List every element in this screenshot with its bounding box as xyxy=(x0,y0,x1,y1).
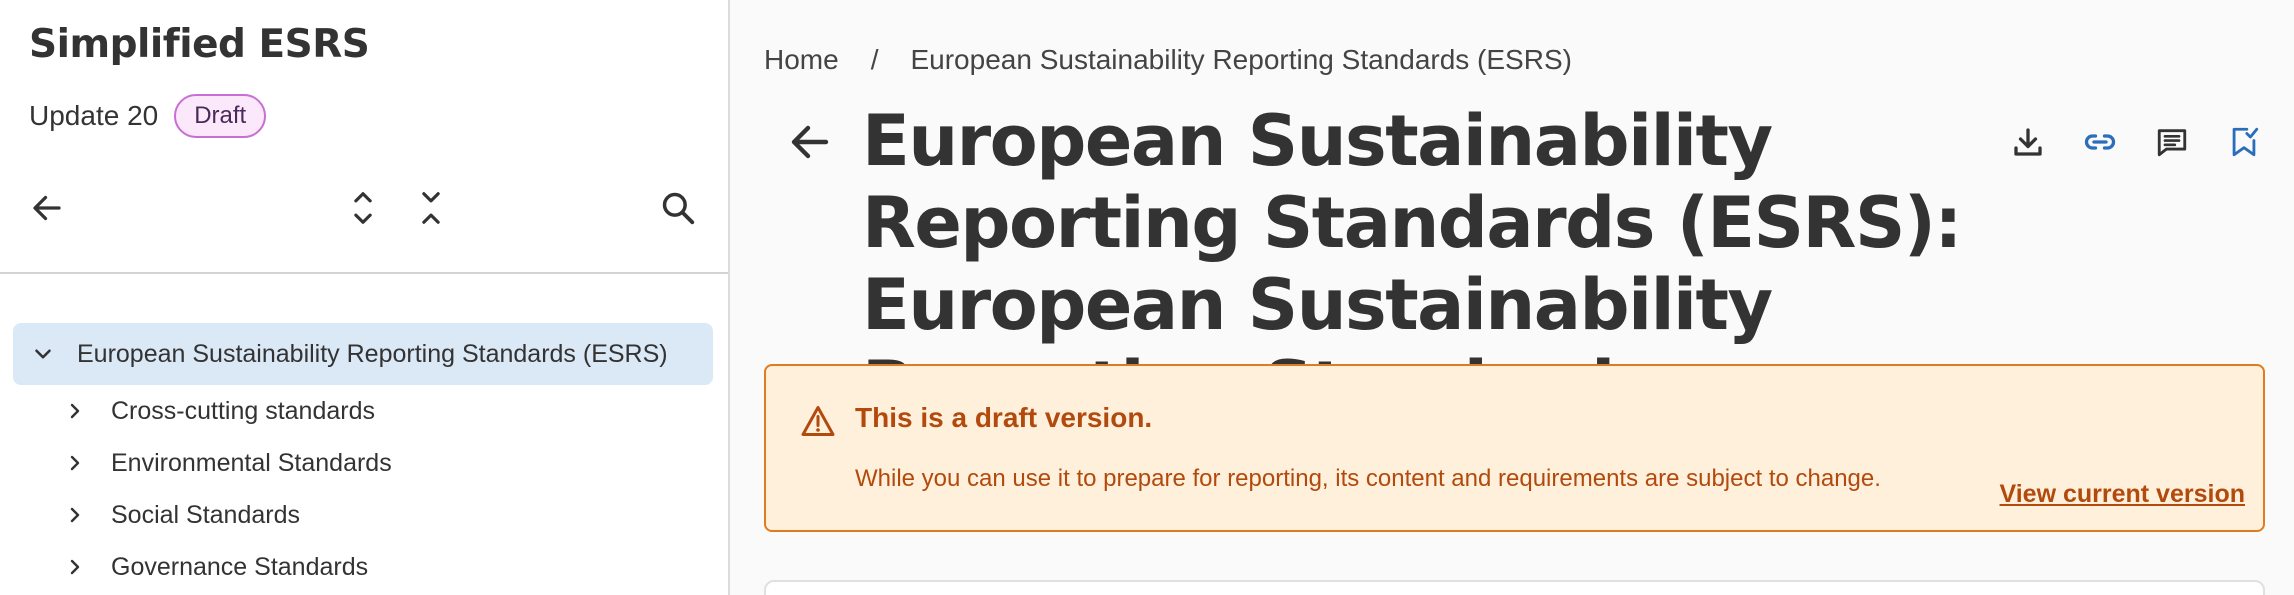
bookmark-button[interactable] xyxy=(2208,112,2280,172)
draft-notice: This is a draft version. While you can u… xyxy=(764,364,2265,532)
tree-item-governance[interactable]: Governance Standards xyxy=(13,541,713,593)
breadcrumb-current: European Sustainability Reporting Standa… xyxy=(910,44,1572,75)
bookmark-check-icon xyxy=(2232,127,2259,157)
chevron-right-icon[interactable] xyxy=(55,503,95,527)
download-icon xyxy=(2014,128,2042,156)
sidebar-title: Simplified ESRS xyxy=(29,22,370,67)
comments-icon xyxy=(2157,129,2187,157)
tree-item-cross-cutting[interactable]: Cross-cutting standards xyxy=(13,385,713,437)
tree-item-label: European Sustainability Reporting Standa… xyxy=(77,339,668,368)
sidebar: Simplified ESRS Update 20 Draft European… xyxy=(0,0,730,595)
tree-item-label: Cross-cutting standards xyxy=(111,396,376,425)
chevron-right-icon[interactable] xyxy=(55,555,95,579)
tree-item-esrs[interactable]: European Sustainability Reporting Standa… xyxy=(13,323,713,385)
view-current-version-link[interactable]: View current version xyxy=(2000,480,2245,509)
main-content: Home / European Sustainability Reporting… xyxy=(730,0,2294,595)
tree-item-label: Social Standards xyxy=(111,500,301,529)
arrow-left-icon xyxy=(33,195,61,221)
app-root: Simplified ESRS Update 20 Draft European… xyxy=(0,0,2294,595)
status-badge: Draft xyxy=(174,94,267,138)
breadcrumb-separator: / xyxy=(870,44,879,75)
chevron-down-icon[interactable] xyxy=(13,341,73,367)
warning-icon xyxy=(801,406,835,436)
collapse-all-button[interactable] xyxy=(401,178,461,238)
update-label: Update 20 xyxy=(29,100,159,131)
comments-button[interactable] xyxy=(2136,112,2208,172)
collapse-all-icon xyxy=(422,192,440,224)
expand-all-button[interactable] xyxy=(333,178,393,238)
page-back-button[interactable] xyxy=(780,112,840,172)
breadcrumb-home-link[interactable]: Home xyxy=(764,44,839,76)
content-card xyxy=(764,580,2265,595)
breadcrumb: Home / European Sustainability Reporting… xyxy=(764,44,1572,76)
draft-notice-body: While you can use it to prepare for repo… xyxy=(855,465,1881,492)
version-row: Update 20 Draft xyxy=(29,94,267,138)
tree-item-environmental[interactable]: Environmental Standards xyxy=(13,437,713,489)
page-actions xyxy=(1992,112,2280,172)
draft-notice-heading: This is a draft version. xyxy=(855,402,1153,433)
search-icon xyxy=(662,192,695,225)
sidebar-toolbar xyxy=(0,178,728,238)
tree-item-social[interactable]: Social Standards xyxy=(13,489,713,541)
download-button[interactable] xyxy=(1992,112,2064,172)
link-icon xyxy=(2084,134,2116,150)
tree-item-label: Governance Standards xyxy=(111,552,369,581)
sidebar-back-button[interactable] xyxy=(17,178,77,238)
arrow-left-icon xyxy=(791,125,829,159)
copy-link-button[interactable] xyxy=(2064,112,2136,172)
sidebar-search-button[interactable] xyxy=(648,178,708,238)
sidebar-divider xyxy=(0,272,728,274)
chevron-right-icon[interactable] xyxy=(55,399,95,423)
toc-tree: European Sustainability Reporting Standa… xyxy=(13,323,713,593)
tree-item-label: Environmental Standards xyxy=(111,448,392,477)
chevron-right-icon[interactable] xyxy=(55,451,95,475)
expand-all-icon xyxy=(354,192,372,224)
